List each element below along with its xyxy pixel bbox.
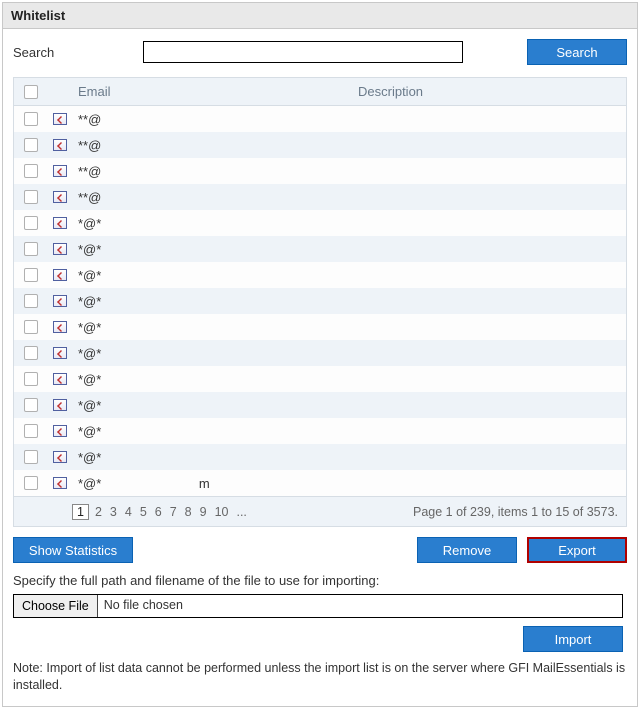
file-status: No file chosen bbox=[98, 595, 622, 617]
search-input[interactable] bbox=[143, 41, 463, 63]
grid-body: **@ **@ **@ **@ *@* *@* *@* *@* *@* *@* *@* *@* *@* *… bbox=[14, 106, 626, 496]
row-email: *@* bbox=[72, 294, 352, 309]
row-checkbox[interactable] bbox=[24, 164, 38, 178]
row-checkbox[interactable] bbox=[24, 398, 38, 412]
row-email: *@* bbox=[72, 346, 352, 361]
table-row[interactable]: **@ bbox=[14, 106, 626, 132]
whitelist-grid: Email Description **@**@**@**@*@**@**@**… bbox=[13, 77, 627, 527]
entry-icon bbox=[53, 139, 67, 151]
row-email: *@* bbox=[72, 398, 352, 413]
entry-icon bbox=[53, 165, 67, 177]
pager-page[interactable]: 10 bbox=[215, 505, 229, 519]
row-email: *@* m bbox=[72, 476, 352, 491]
search-row: Search Search bbox=[13, 39, 627, 65]
entry-icon bbox=[53, 191, 67, 203]
action-row: Show Statistics Remove Export bbox=[13, 537, 627, 563]
pager-page[interactable]: ... bbox=[236, 505, 246, 519]
select-all-checkbox[interactable] bbox=[24, 85, 38, 99]
remove-button[interactable]: Remove bbox=[417, 537, 517, 563]
table-row[interactable]: *@* bbox=[14, 418, 626, 444]
export-button[interactable]: Export bbox=[527, 537, 627, 563]
table-row[interactable]: *@* bbox=[14, 340, 626, 366]
row-email: **@ bbox=[72, 190, 352, 205]
row-checkbox[interactable] bbox=[24, 216, 38, 230]
row-checkbox[interactable] bbox=[24, 138, 38, 152]
row-email: **@ bbox=[72, 164, 352, 179]
search-label: Search bbox=[13, 45, 133, 60]
table-row[interactable]: *@* bbox=[14, 210, 626, 236]
table-row[interactable]: *@* bbox=[14, 262, 626, 288]
import-label: Specify the full path and filename of th… bbox=[13, 573, 627, 588]
pager-page[interactable]: 6 bbox=[155, 505, 162, 519]
table-row[interactable]: *@* bbox=[14, 288, 626, 314]
row-checkbox[interactable] bbox=[24, 450, 38, 464]
header-email[interactable]: Email bbox=[72, 84, 352, 99]
row-email: *@* bbox=[72, 320, 352, 335]
header-checkbox-cell bbox=[14, 85, 48, 99]
entry-icon bbox=[53, 243, 67, 255]
row-checkbox[interactable] bbox=[24, 242, 38, 256]
row-email: *@* bbox=[72, 450, 352, 465]
row-checkbox[interactable] bbox=[24, 372, 38, 386]
row-checkbox[interactable] bbox=[24, 320, 38, 334]
table-row[interactable]: **@ bbox=[14, 132, 626, 158]
entry-icon bbox=[53, 269, 67, 281]
entry-icon bbox=[53, 477, 67, 489]
row-email: **@ bbox=[72, 138, 352, 153]
table-row[interactable]: *@* bbox=[14, 444, 626, 470]
pager: 1 23456789 10... Page 1 of 239, items 1 t… bbox=[14, 496, 626, 526]
row-checkbox[interactable] bbox=[24, 424, 38, 438]
pager-page[interactable]: 5 bbox=[140, 505, 147, 519]
entry-icon bbox=[53, 425, 67, 437]
pager-page[interactable]: 8 bbox=[185, 505, 192, 519]
row-checkbox[interactable] bbox=[24, 268, 38, 282]
row-email: *@* bbox=[72, 216, 352, 231]
row-email: *@* bbox=[72, 242, 352, 257]
panel-title: Whitelist bbox=[3, 3, 637, 29]
pager-info: Page 1 of 239, items 1 to 15 of 3573. bbox=[413, 505, 618, 519]
header-description[interactable]: Description bbox=[352, 84, 626, 99]
pager-page[interactable]: 7 bbox=[170, 505, 177, 519]
entry-icon bbox=[53, 347, 67, 359]
row-email: *@* bbox=[72, 268, 352, 283]
entry-icon bbox=[53, 373, 67, 385]
import-note: Note: Import of list data cannot be perf… bbox=[3, 660, 637, 706]
table-row[interactable]: *@* m bbox=[14, 470, 626, 496]
row-checkbox[interactable] bbox=[24, 190, 38, 204]
import-button[interactable]: Import bbox=[523, 626, 623, 652]
row-email: *@* bbox=[72, 372, 352, 387]
entry-icon bbox=[53, 321, 67, 333]
row-checkbox[interactable] bbox=[24, 112, 38, 126]
grid-header: Email Description bbox=[14, 78, 626, 106]
import-button-row: Import bbox=[13, 626, 623, 652]
entry-icon bbox=[53, 113, 67, 125]
row-checkbox[interactable] bbox=[24, 346, 38, 360]
search-button[interactable]: Search bbox=[527, 39, 627, 65]
row-email: *@* bbox=[72, 424, 352, 439]
pager-page[interactable]: 3 bbox=[110, 505, 117, 519]
entry-icon bbox=[53, 451, 67, 463]
entry-icon bbox=[53, 295, 67, 307]
table-row[interactable]: *@* bbox=[14, 366, 626, 392]
row-email: **@ bbox=[72, 112, 352, 127]
table-row[interactable]: **@ bbox=[14, 158, 626, 184]
choose-file-button[interactable]: Choose File bbox=[14, 595, 98, 617]
pager-page[interactable]: 9 bbox=[200, 505, 207, 519]
show-statistics-button[interactable]: Show Statistics bbox=[13, 537, 133, 563]
pager-page[interactable]: 4 bbox=[125, 505, 132, 519]
table-row[interactable]: *@* bbox=[14, 392, 626, 418]
pager-current[interactable]: 1 bbox=[72, 504, 89, 520]
row-checkbox[interactable] bbox=[24, 476, 38, 490]
table-row[interactable]: *@* bbox=[14, 314, 626, 340]
whitelist-panel: Whitelist Search Search Email Descriptio… bbox=[2, 2, 638, 707]
entry-icon bbox=[53, 217, 67, 229]
table-row[interactable]: *@* bbox=[14, 236, 626, 262]
file-chooser: Choose File No file chosen bbox=[13, 594, 623, 618]
row-checkbox[interactable] bbox=[24, 294, 38, 308]
entry-icon bbox=[53, 399, 67, 411]
pager-pages: 1 23456789 10... bbox=[72, 504, 247, 520]
panel-content: Search Search Email Description **@**@**… bbox=[3, 29, 637, 652]
table-row[interactable]: **@ bbox=[14, 184, 626, 210]
pager-page[interactable]: 2 bbox=[95, 505, 102, 519]
